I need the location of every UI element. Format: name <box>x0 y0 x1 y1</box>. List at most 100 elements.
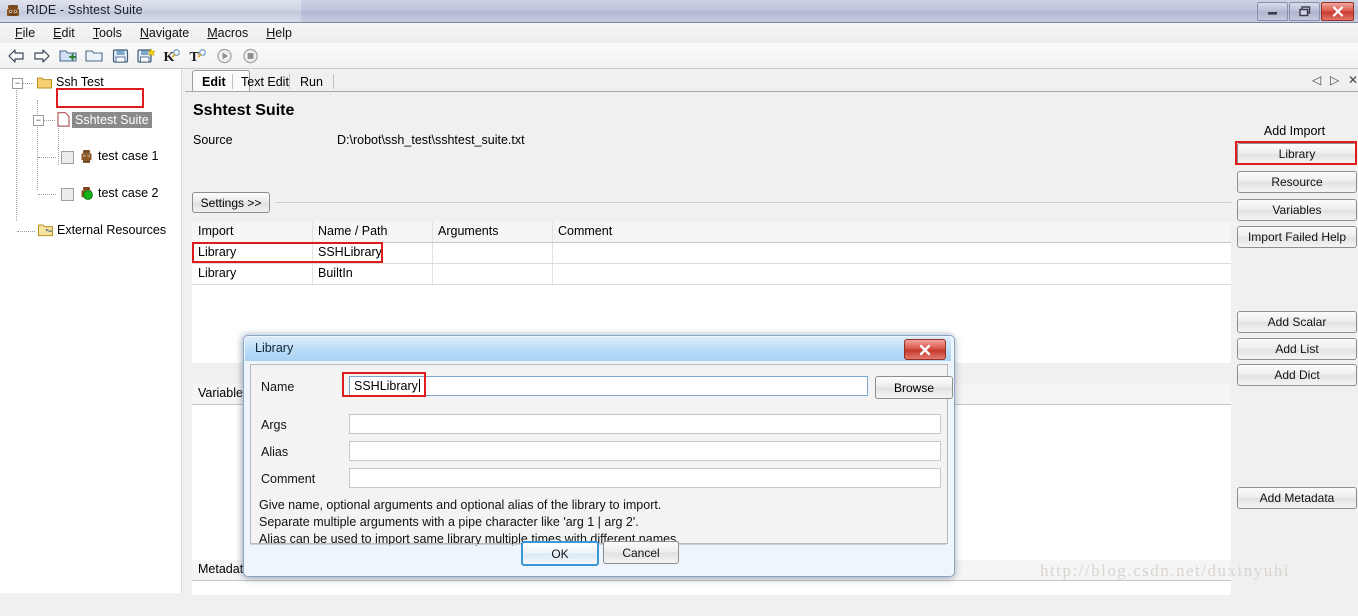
folder-icon <box>37 76 52 89</box>
add-metadata-button[interactable]: Add Metadata <box>1237 487 1357 509</box>
tree-checkbox[interactable] <box>61 188 74 201</box>
tab-run[interactable]: Run <box>291 72 332 91</box>
toolbar[interactable]: K T <box>0 43 1358 69</box>
editor-tabstrip[interactable]: Edit Text Edit Run ◁ ▷ ✕ <box>185 69 1358 92</box>
tree-node-sshtest-suite[interactable]: − Sshtest Suite <box>0 111 181 129</box>
forward-arrow-icon[interactable] <box>30 45 54 67</box>
tree-node-test-case-2[interactable]: test case 2 <box>0 185 181 203</box>
menu-tools[interactable]: Tools <box>84 24 131 42</box>
menu-macros[interactable]: Macros <box>198 24 257 42</box>
name-field-label: Name <box>261 380 295 394</box>
dialog-close-button[interactable] <box>904 339 946 360</box>
tree-node-test-case-1[interactable]: test case 1 <box>0 148 181 166</box>
back-arrow-icon[interactable] <box>4 45 28 67</box>
dialog-title: Library <box>255 341 294 355</box>
minimize-button[interactable] <box>1257 2 1288 21</box>
button-label: OK <box>551 546 569 561</box>
menubar[interactable]: File Edit Tools Navigate Macros Help <box>0 22 1358 44</box>
table-row[interactable]: Library SSHLibrary <box>192 243 1232 264</box>
button-label: Add Metadata <box>1259 491 1335 505</box>
table-header-row: Import Name / Path Arguments Comment <box>192 222 1233 243</box>
external-resources-icon <box>38 223 53 237</box>
add-import-panel: Add Import Library Resource Variables Im… <box>1231 114 1358 616</box>
ok-button[interactable]: OK <box>521 541 599 566</box>
add-resource-button[interactable]: Resource <box>1237 171 1357 193</box>
column-header-name-path: Name / Path <box>318 224 388 238</box>
source-label: Source <box>193 133 233 147</box>
window-controls[interactable] <box>1257 2 1354 21</box>
tree-node-external-resources[interactable]: External Resources <box>0 222 181 240</box>
testcase-pass-icon <box>79 186 94 200</box>
tab-close-icon[interactable]: ✕ <box>1348 73 1358 87</box>
menu-file[interactable]: File <box>6 24 44 42</box>
browse-button[interactable]: Browse <box>875 376 953 399</box>
column-header-variable: Variable <box>198 386 243 400</box>
tab-next-icon[interactable]: ▷ <box>1330 73 1339 87</box>
button-label: Variables <box>1272 203 1322 217</box>
button-label: Cancel <box>622 545 660 560</box>
add-scalar-button[interactable]: Add Scalar <box>1237 311 1357 333</box>
tab-label: Edit <box>202 74 226 89</box>
new-project-folder-icon[interactable] <box>56 45 80 67</box>
suite-tree-panel[interactable]: − Ssh Test − Sshtest Suite test case 1 t… <box>0 69 181 593</box>
page-title: Sshtest Suite <box>193 102 295 119</box>
menu-navigate[interactable]: Navigate <box>131 24 198 42</box>
cancel-button[interactable]: Cancel <box>603 541 679 564</box>
settings-divider <box>275 202 1355 203</box>
file-icon <box>57 112 72 127</box>
save-all-floppy-icon[interactable] <box>134 45 158 67</box>
run-play-icon[interactable] <box>212 45 236 67</box>
tree-node-label: test case 2 <box>98 186 159 200</box>
testcase-icon <box>79 149 94 163</box>
add-dict-button[interactable]: Add Dict <box>1237 364 1357 386</box>
source-value: D:\robot\ssh_test\sshtest_suite.txt <box>337 133 525 147</box>
name-field[interactable]: SSHLibrary <box>349 376 868 396</box>
save-floppy-icon[interactable] <box>108 45 132 67</box>
comment-field[interactable] <box>349 468 941 488</box>
tree-node-label: Sshtest Suite <box>72 112 152 128</box>
add-list-button[interactable]: Add List <box>1237 338 1357 360</box>
svg-text:T: T <box>189 50 199 64</box>
cell-import: Library <box>198 245 237 259</box>
open-folder-icon[interactable] <box>82 45 106 67</box>
stop-icon[interactable] <box>238 45 262 67</box>
close-button[interactable] <box>1321 2 1354 21</box>
cell-import: Library <box>198 266 237 280</box>
name-field-value: SSHLibrary <box>354 379 418 393</box>
search-tests-icon[interactable]: T <box>186 45 210 67</box>
dialog-titlebar: Library <box>245 337 951 361</box>
alias-field[interactable] <box>349 441 941 461</box>
restore-button[interactable] <box>1289 2 1320 21</box>
library-import-dialog: Library Name SSHLibrary Browse Args Alia… <box>243 335 955 577</box>
tree-node-ssh-test[interactable]: − Ssh Test <box>0 74 181 92</box>
window-titlebar: RIDE - Sshtest Suite <box>0 0 1358 23</box>
menu-help[interactable]: Help <box>257 24 301 42</box>
add-variables-button[interactable]: Variables <box>1237 199 1357 221</box>
settings-button-label: Settings >> <box>200 195 262 210</box>
search-keyword-icon[interactable]: K <box>160 45 184 67</box>
column-header-import: Import <box>198 224 234 238</box>
menu-edit[interactable]: Edit <box>44 24 84 42</box>
import-failed-help-button[interactable]: Import Failed Help <box>1237 226 1357 248</box>
button-label: Library <box>1278 147 1316 161</box>
dialog-help-line: Give name, optional arguments and option… <box>259 498 662 512</box>
column-header-arguments: Arguments <box>438 224 499 238</box>
comment-field-label: Comment <box>261 472 316 486</box>
dialog-body: Name SSHLibrary Browse Args Alias Commen… <box>250 364 953 546</box>
tab-prev-icon[interactable]: ◁ <box>1312 73 1321 87</box>
cell-name-path: BuiltIn <box>318 266 353 280</box>
args-field[interactable] <box>349 414 941 434</box>
tab-label: Text Edit <box>241 74 289 89</box>
add-library-button[interactable]: Library <box>1237 143 1357 165</box>
dialog-help-line: Separate multiple arguments with a pipe … <box>259 515 639 529</box>
button-label: Add List <box>1275 342 1319 356</box>
tree-node-label: test case 1 <box>98 149 159 163</box>
settings-button[interactable]: Settings >> <box>192 192 270 213</box>
ride-application-window: RIDE - Sshtest Suite File Edit Tools Nav… <box>0 0 1358 616</box>
suite-tree[interactable]: − Ssh Test − Sshtest Suite test case 1 t… <box>0 69 181 237</box>
button-label: Add Dict <box>1274 368 1320 382</box>
add-import-title: Add Import <box>1263 124 1326 138</box>
button-label: Add Scalar <box>1267 315 1327 329</box>
tree-checkbox[interactable] <box>61 151 74 164</box>
table-row[interactable]: Library BuiltIn <box>192 264 1232 285</box>
